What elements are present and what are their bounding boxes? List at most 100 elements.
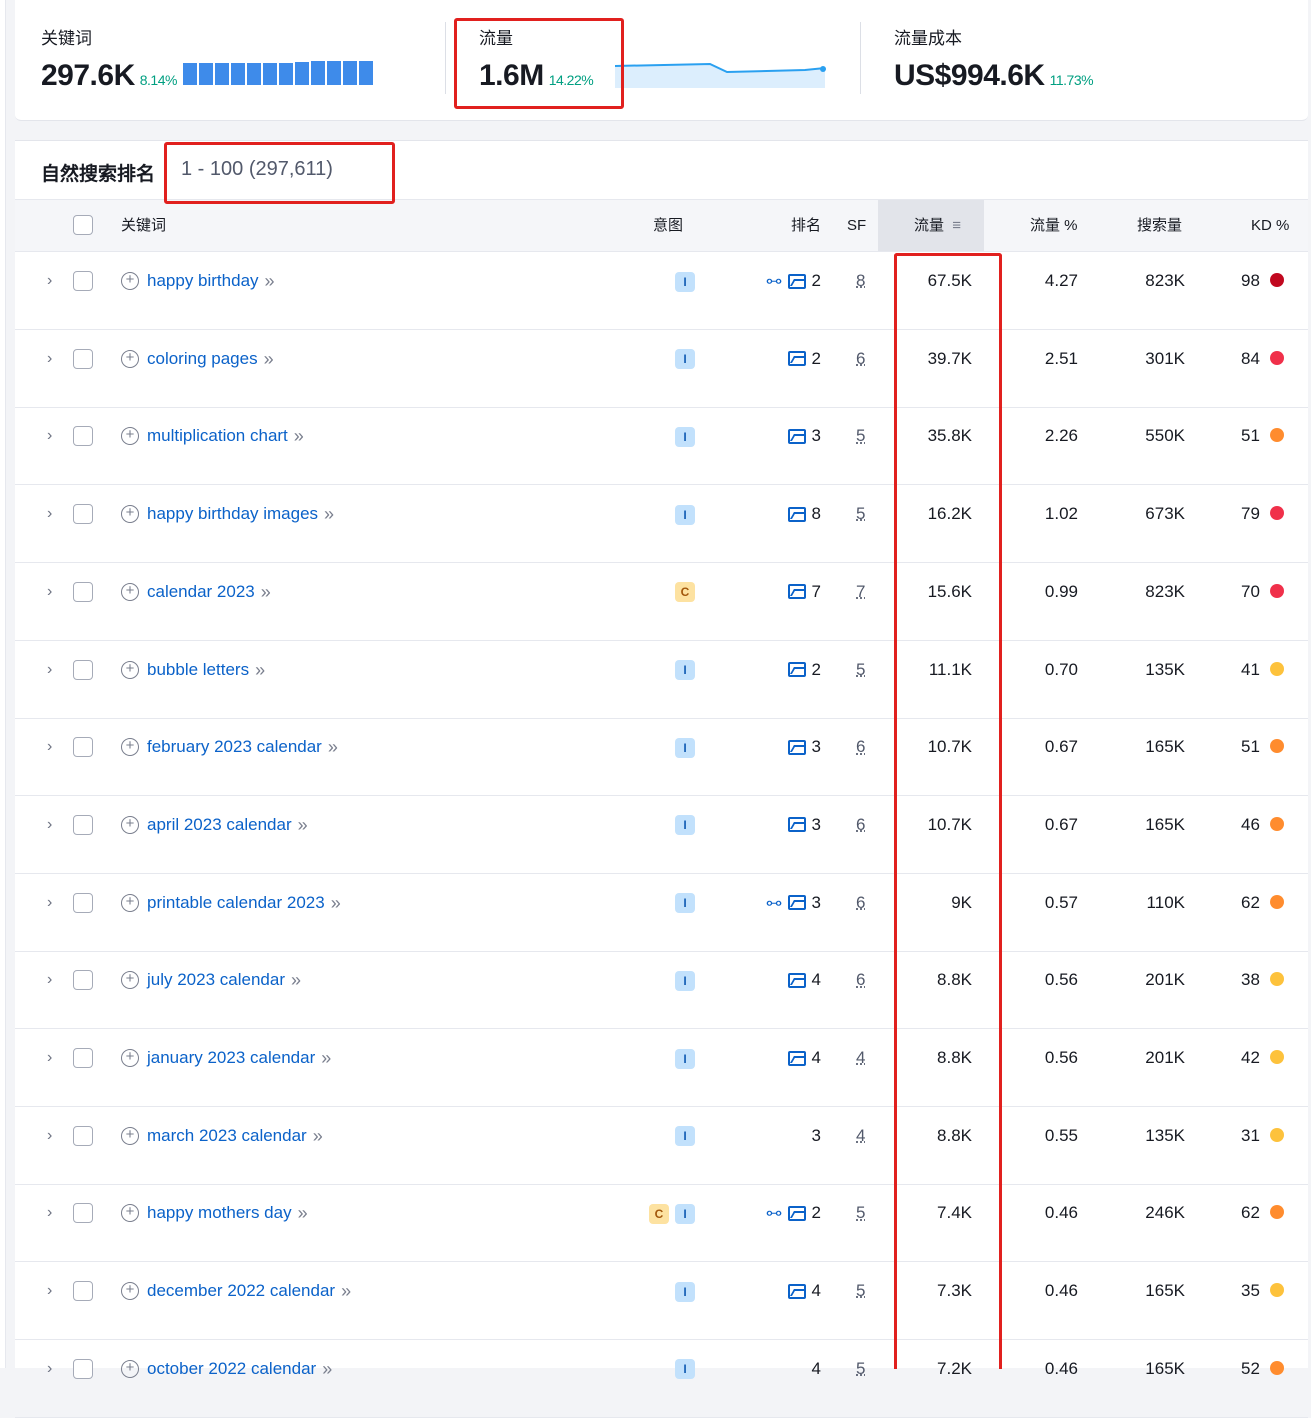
plus-circle-icon[interactable]: + xyxy=(121,660,139,679)
plus-circle-icon[interactable]: + xyxy=(121,1204,139,1223)
chevron-right-icon[interactable]: › xyxy=(47,641,52,699)
row-checkbox[interactable] xyxy=(73,1358,93,1379)
plus-circle-icon[interactable]: + xyxy=(121,1126,139,1145)
chevron-right-icon[interactable]: › xyxy=(47,718,52,776)
plus-circle-icon[interactable]: + xyxy=(121,349,139,368)
double-chevron-right-icon[interactable]: » xyxy=(255,641,265,699)
metric-keywords[interactable]: 关键词 297.6K 8.14% xyxy=(41,24,373,93)
sf-value[interactable]: 8 xyxy=(856,252,865,310)
row-checkbox[interactable] xyxy=(73,659,93,680)
double-chevron-right-icon[interactable]: » xyxy=(298,796,308,854)
keyword-link[interactable]: january 2023 calendar xyxy=(147,1029,315,1087)
sf-value[interactable]: 6 xyxy=(856,951,865,1009)
chevron-right-icon[interactable]: › xyxy=(47,252,52,310)
row-checkbox[interactable] xyxy=(73,271,93,291)
keyword-link[interactable]: april 2023 calendar xyxy=(147,796,292,854)
chevron-right-icon[interactable]: › xyxy=(47,796,52,854)
header-position[interactable]: 排名 xyxy=(785,200,821,251)
header-volume[interactable]: 搜索量 xyxy=(1137,200,1182,251)
keyword-link[interactable]: happy birthday images xyxy=(147,485,318,543)
chevron-right-icon[interactable]: › xyxy=(47,874,52,932)
keyword-link[interactable]: happy birthday xyxy=(147,252,259,310)
sf-value[interactable]: 6 xyxy=(856,718,865,776)
keyword-link[interactable]: happy mothers day xyxy=(147,1184,292,1242)
plus-circle-icon[interactable]: + xyxy=(121,505,139,524)
header-keyword[interactable]: 关键词 xyxy=(121,200,166,251)
plus-circle-icon[interactable]: + xyxy=(121,738,139,757)
header-traffic-pct[interactable]: 流量 % xyxy=(1030,200,1078,251)
sf-value[interactable]: 5 xyxy=(856,1262,865,1320)
sf-value[interactable]: 5 xyxy=(856,1340,865,1398)
keyword-link[interactable]: calendar 2023 xyxy=(147,563,255,621)
chevron-right-icon[interactable]: › xyxy=(47,1262,52,1320)
row-checkbox[interactable] xyxy=(73,1281,93,1302)
keyword-link[interactable]: coloring pages xyxy=(147,330,258,388)
metric-traffic-cost[interactable]: 流量成本 US$994.6K 11.73% xyxy=(894,24,1094,93)
double-chevron-right-icon[interactable]: » xyxy=(265,252,275,310)
double-chevron-right-icon[interactable]: » xyxy=(291,951,301,1009)
sf-value[interactable]: 4 xyxy=(856,1107,865,1165)
plus-circle-icon[interactable]: + xyxy=(121,582,139,601)
plus-circle-icon[interactable]: + xyxy=(121,815,139,834)
row-checkbox[interactable] xyxy=(73,737,93,758)
chevron-right-icon[interactable]: › xyxy=(47,563,52,621)
row-checkbox[interactable] xyxy=(73,814,93,835)
row-checkbox[interactable] xyxy=(73,1203,93,1224)
double-chevron-right-icon[interactable]: » xyxy=(298,1184,308,1242)
row-checkbox[interactable] xyxy=(73,504,93,525)
keyword-link[interactable]: printable calendar 2023 xyxy=(147,874,325,932)
sf-value[interactable]: 4 xyxy=(856,1029,865,1087)
row-checkbox[interactable] xyxy=(73,1048,93,1068)
sf-value[interactable]: 6 xyxy=(856,796,865,854)
sf-value[interactable]: 5 xyxy=(856,641,865,699)
plus-circle-icon[interactable]: + xyxy=(121,1359,139,1378)
keyword-link[interactable]: march 2023 calendar xyxy=(147,1107,307,1165)
sf-value[interactable]: 5 xyxy=(856,1184,865,1242)
chevron-right-icon[interactable]: › xyxy=(47,1184,52,1242)
chevron-right-icon[interactable]: › xyxy=(47,1340,52,1398)
double-chevron-right-icon[interactable]: » xyxy=(264,330,274,388)
plus-circle-icon[interactable]: + xyxy=(121,427,139,446)
chevron-right-icon[interactable]: › xyxy=(47,407,52,465)
row-checkbox[interactable] xyxy=(73,426,93,447)
double-chevron-right-icon[interactable]: » xyxy=(322,1340,332,1398)
keyword-link[interactable]: december 2022 calendar xyxy=(147,1262,335,1320)
double-chevron-right-icon[interactable]: » xyxy=(261,563,271,621)
select-all-checkbox[interactable] xyxy=(73,215,93,235)
row-checkbox[interactable] xyxy=(73,581,93,602)
row-checkbox[interactable] xyxy=(73,892,93,913)
chevron-right-icon[interactable]: › xyxy=(47,1107,52,1165)
double-chevron-right-icon[interactable]: » xyxy=(294,407,304,465)
row-checkbox[interactable] xyxy=(73,348,93,369)
keyword-link[interactable]: multiplication chart xyxy=(147,407,288,465)
chevron-right-icon[interactable]: › xyxy=(47,951,52,1009)
row-checkbox[interactable] xyxy=(73,970,93,991)
sf-value[interactable]: 6 xyxy=(856,874,865,932)
double-chevron-right-icon[interactable]: » xyxy=(341,1262,351,1320)
sf-value[interactable]: 5 xyxy=(856,407,865,465)
sf-value[interactable]: 7 xyxy=(856,563,865,621)
header-sf[interactable]: SF xyxy=(847,200,866,251)
header-traffic-sorted[interactable]: 流量 ≡ xyxy=(878,200,984,251)
double-chevron-right-icon[interactable]: » xyxy=(331,874,341,932)
header-intent[interactable]: 意图 xyxy=(653,200,683,251)
header-kd[interactable]: KD % xyxy=(1251,200,1289,251)
double-chevron-right-icon[interactable]: » xyxy=(321,1029,331,1087)
keyword-link[interactable]: october 2022 calendar xyxy=(147,1340,316,1398)
chevron-right-icon[interactable]: › xyxy=(47,485,52,543)
plus-circle-icon[interactable]: + xyxy=(121,893,139,912)
plus-circle-icon[interactable]: + xyxy=(121,971,139,990)
keyword-link[interactable]: bubble letters xyxy=(147,641,249,699)
plus-circle-icon[interactable]: + xyxy=(121,1049,139,1067)
keyword-link[interactable]: february 2023 calendar xyxy=(147,718,322,776)
double-chevron-right-icon[interactable]: » xyxy=(313,1107,323,1165)
sf-value[interactable]: 5 xyxy=(856,485,865,543)
chevron-right-icon[interactable]: › xyxy=(47,1029,52,1087)
sf-value[interactable]: 6 xyxy=(856,330,865,388)
row-checkbox[interactable] xyxy=(73,1125,93,1146)
plus-circle-icon[interactable]: + xyxy=(121,272,139,290)
chevron-right-icon[interactable]: › xyxy=(47,330,52,388)
double-chevron-right-icon[interactable]: » xyxy=(324,485,334,543)
plus-circle-icon[interactable]: + xyxy=(121,1282,139,1301)
keyword-link[interactable]: july 2023 calendar xyxy=(147,951,285,1009)
